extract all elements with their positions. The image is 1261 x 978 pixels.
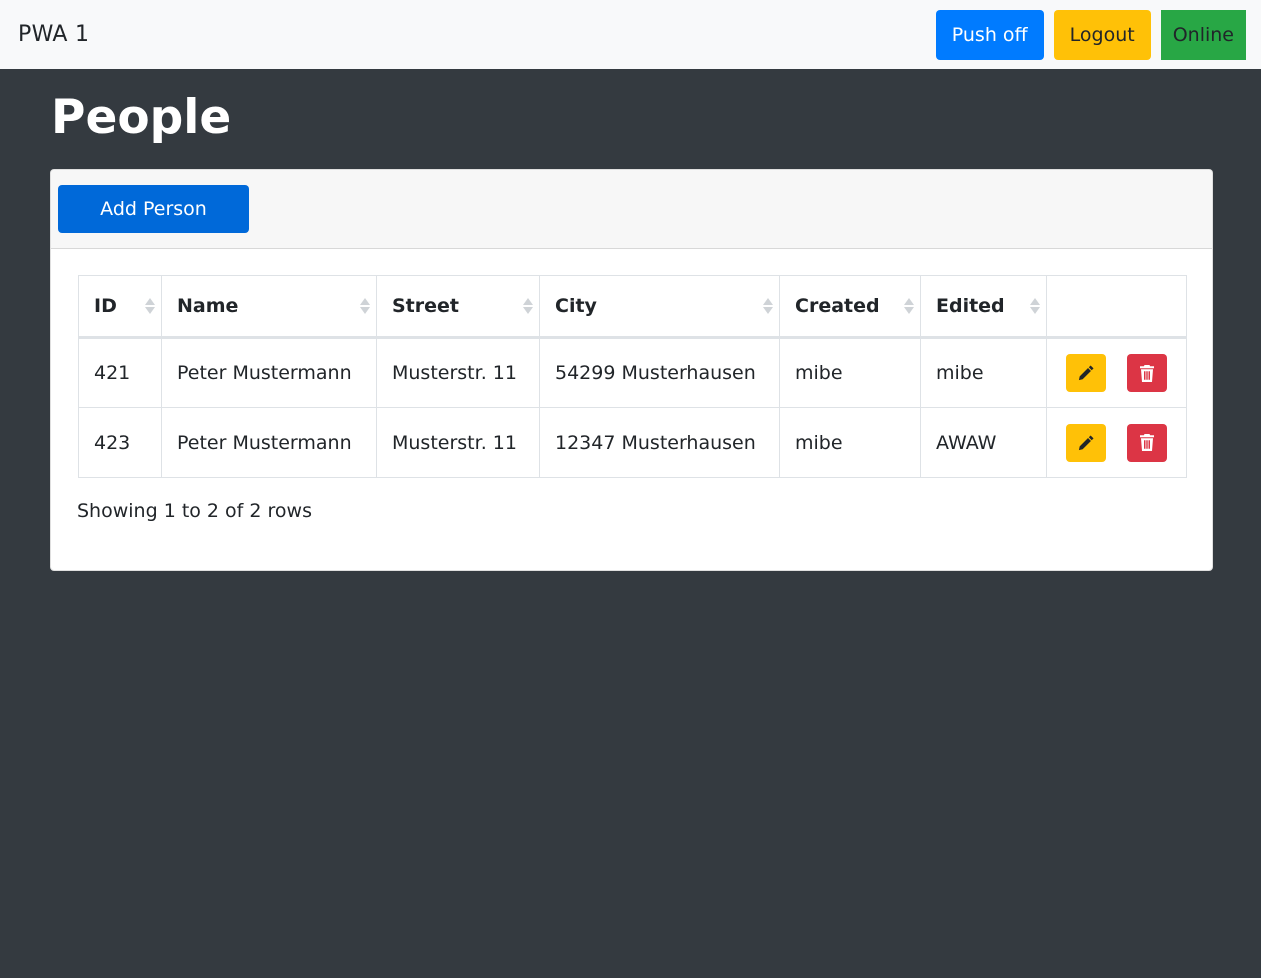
people-card: Add Person ID Name Street City Created E…: [50, 169, 1213, 571]
push-toggle-button[interactable]: Push off: [935, 9, 1044, 60]
sort-icon: [763, 296, 773, 316]
sort-icon: [145, 296, 155, 316]
app-brand[interactable]: PWA 1: [18, 22, 89, 47]
column-header-label: Street: [392, 295, 459, 317]
cell-actions: [1046, 407, 1187, 478]
cell-city: 54299 Musterhausen: [539, 337, 780, 408]
card-header: Add Person: [51, 170, 1212, 249]
trash-icon: [1140, 364, 1155, 382]
people-table: ID Name Street City Created Edited 421 P…: [78, 275, 1187, 478]
cell-name: Peter Mustermann: [161, 337, 377, 408]
edit-button[interactable]: [1065, 354, 1106, 392]
cell-created: mibe: [779, 407, 921, 478]
cell-city: 12347 Musterhausen: [539, 407, 780, 478]
delete-button[interactable]: [1127, 423, 1168, 462]
trash-icon: [1140, 434, 1155, 451]
sort-icon: [904, 296, 914, 316]
table-row: 421 Peter Mustermann Musterstr. 11 54299…: [78, 337, 1187, 408]
pencil-icon: [1078, 365, 1094, 381]
page-title: People: [51, 90, 232, 145]
cell-street: Musterstr. 11: [376, 407, 540, 478]
pencil-icon: [1078, 434, 1094, 450]
column-header-label: Edited: [936, 295, 1005, 317]
column-header-created[interactable]: Created: [779, 275, 921, 339]
column-header-street[interactable]: Street: [376, 275, 540, 339]
column-header-label: City: [555, 295, 597, 317]
column-header-id[interactable]: ID: [78, 275, 162, 339]
cell-actions: [1046, 337, 1187, 408]
column-header-label: Name: [177, 295, 239, 317]
top-navbar: PWA 1 Push off Logout Online: [0, 0, 1261, 69]
edit-button[interactable]: [1065, 423, 1106, 462]
cell-edited: mibe: [920, 337, 1047, 408]
add-person-button[interactable]: Add Person: [58, 185, 249, 233]
online-status-badge: Online: [1160, 9, 1246, 60]
navbar-actions: Push off Logout Online: [935, 9, 1246, 60]
sort-icon: [1030, 296, 1040, 316]
delete-button[interactable]: [1127, 354, 1168, 392]
table-header-row: ID Name Street City Created Edited: [78, 275, 1187, 339]
table-row: 423 Peter Mustermann Musterstr. 11 12347…: [78, 407, 1187, 478]
sort-icon: [360, 296, 370, 316]
sort-icon: [523, 296, 533, 316]
column-header-name[interactable]: Name: [161, 275, 377, 339]
cell-street: Musterstr. 11: [376, 337, 540, 408]
logout-button[interactable]: Logout: [1053, 9, 1151, 60]
cell-created: mibe: [779, 337, 921, 408]
cell-id: 423: [78, 407, 162, 478]
column-header-actions: [1046, 275, 1187, 339]
cell-id: 421: [78, 337, 162, 408]
pagination-info: Showing 1 to 2 of 2 rows: [77, 500, 312, 522]
column-header-label: Created: [795, 295, 880, 317]
cell-edited: AWAW: [920, 407, 1047, 478]
column-header-city[interactable]: City: [539, 275, 780, 339]
column-header-edited[interactable]: Edited: [920, 275, 1047, 339]
column-header-label: ID: [94, 295, 117, 317]
cell-name: Peter Mustermann: [161, 407, 377, 478]
